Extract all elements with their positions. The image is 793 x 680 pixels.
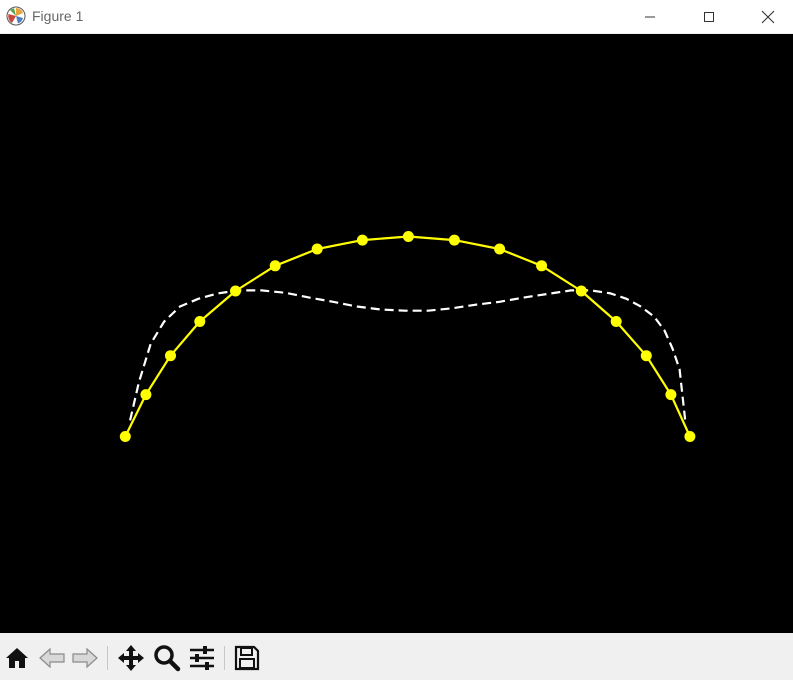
home-button[interactable]: [3, 644, 31, 672]
magnifier-icon: [154, 645, 181, 672]
floppy-disk-icon: [234, 645, 260, 671]
data-point: [311, 243, 323, 255]
data-point: [684, 431, 696, 442]
forward-button[interactable]: [71, 644, 99, 672]
data-point: [269, 260, 281, 272]
close-button[interactable]: [745, 0, 791, 33]
data-point: [610, 316, 622, 327]
close-icon: [761, 10, 775, 23]
data-point: [494, 243, 506, 255]
sliders-icon: [190, 646, 214, 670]
zoom-button[interactable]: [153, 644, 181, 672]
data-point: [536, 260, 548, 272]
data-point: [119, 431, 131, 442]
save-button[interactable]: [233, 644, 261, 672]
data-point: [165, 350, 176, 362]
line-chart: [119, 231, 696, 442]
pan-button[interactable]: [117, 644, 145, 672]
figure-canvas[interactable]: [0, 34, 793, 633]
data-point: [230, 285, 241, 297]
data-point: [140, 389, 152, 401]
maximize-button[interactable]: [686, 0, 732, 33]
data-point: [194, 316, 206, 327]
toolbar-separator: [224, 646, 225, 670]
data-point: [448, 234, 460, 246]
toolbar-separator: [107, 646, 108, 670]
back-arrow-icon: [39, 647, 65, 669]
forward-arrow-icon: [72, 647, 98, 669]
configure-subplots-button[interactable]: [188, 644, 216, 672]
data-point: [402, 231, 414, 242]
data-point: [356, 234, 368, 246]
navigation-toolbar: [0, 634, 793, 680]
maximize-icon: [704, 11, 714, 22]
home-icon: [6, 648, 28, 668]
window-title: Figure 1: [32, 8, 84, 24]
minimize-button[interactable]: [627, 0, 673, 33]
move-icon: [118, 645, 144, 671]
data-point: [640, 350, 652, 362]
data-point: [575, 285, 587, 297]
minimize-icon: [645, 16, 655, 17]
data-point: [665, 389, 677, 401]
back-button[interactable]: [38, 644, 66, 672]
solid-series-line: [124, 235, 691, 437]
title-bar: Figure 1: [0, 0, 793, 33]
matplotlib-icon: [6, 6, 26, 26]
